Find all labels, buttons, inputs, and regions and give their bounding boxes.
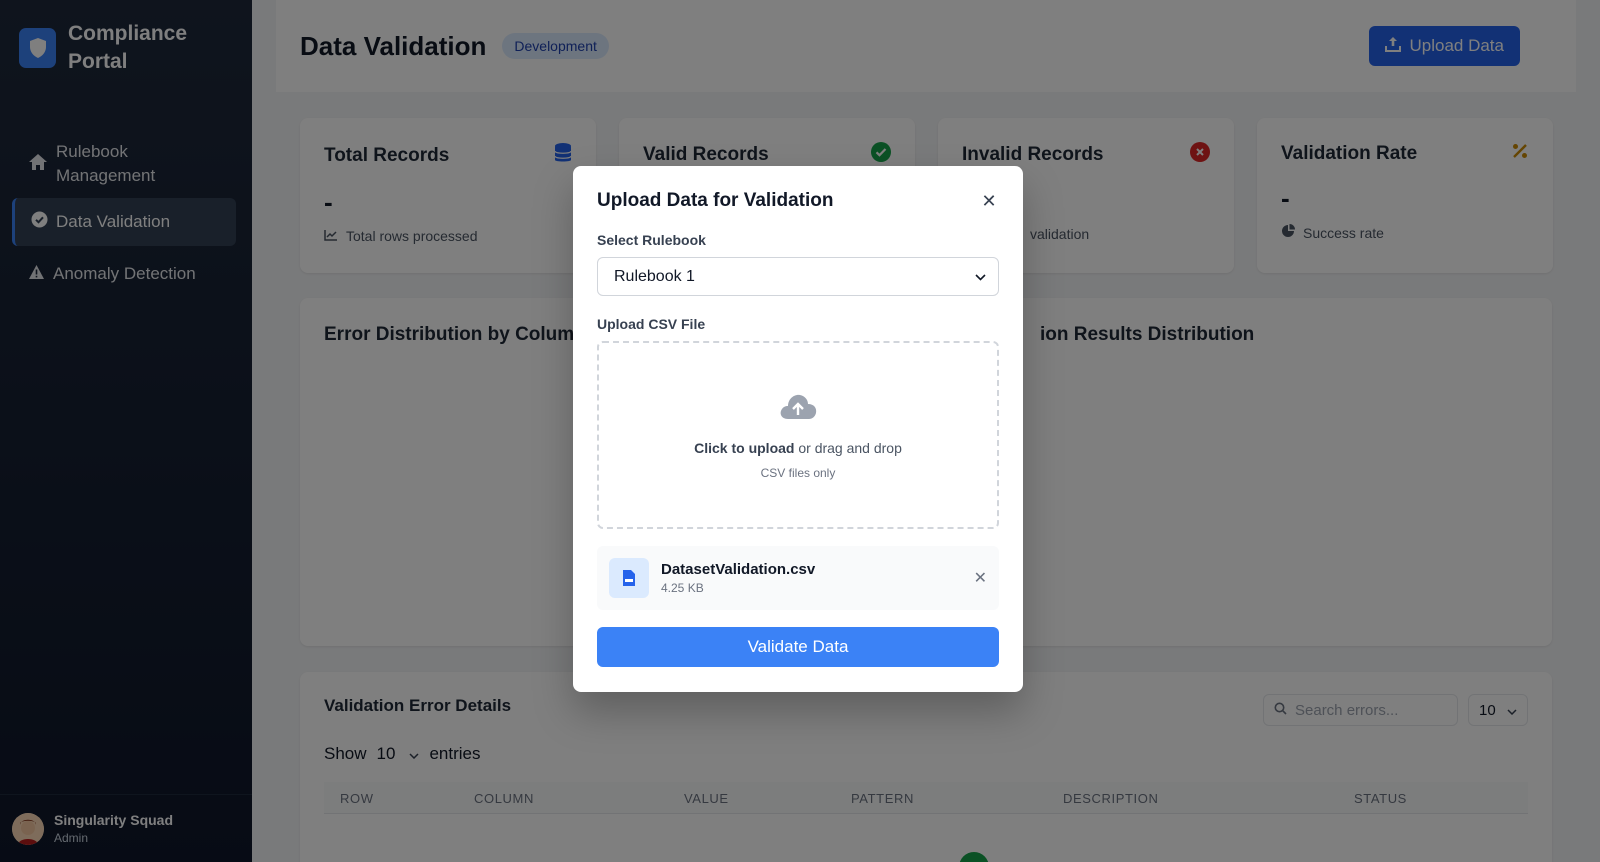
dropzone-text: Click to upload or drag and drop (694, 440, 902, 456)
modal-title: Upload Data for Validation (597, 190, 834, 211)
file-dropzone[interactable]: Click to upload or drag and drop CSV fil… (597, 341, 999, 529)
chevron-down-icon (975, 268, 986, 286)
file-size: 4.25 KB (661, 581, 704, 595)
validate-data-button[interactable]: Validate Data (597, 627, 999, 667)
remove-file-icon[interactable]: ✕ (974, 568, 987, 588)
close-icon[interactable]: ✕ (979, 191, 999, 212)
dropzone-rest: or drag and drop (794, 439, 902, 456)
rulebook-select[interactable]: Rulebook 1 (597, 257, 999, 296)
rulebook-label: Select Rulebook (597, 232, 706, 248)
file-name: DatasetValidation.csv (661, 561, 816, 578)
upload-data-modal: Upload Data for Validation ✕ Select Rule… (573, 166, 1023, 692)
dropzone-link[interactable]: Click to upload (694, 440, 794, 456)
csv-file-icon (609, 558, 649, 598)
dropzone-hint: CSV files only (760, 465, 836, 480)
rulebook-selected-value: Rulebook 1 (614, 267, 695, 285)
cloud-upload-icon (778, 391, 818, 426)
csv-file-label: Upload CSV File (597, 316, 706, 332)
selected-file: DatasetValidation.csv 4.25 KB ✕ (597, 546, 999, 610)
